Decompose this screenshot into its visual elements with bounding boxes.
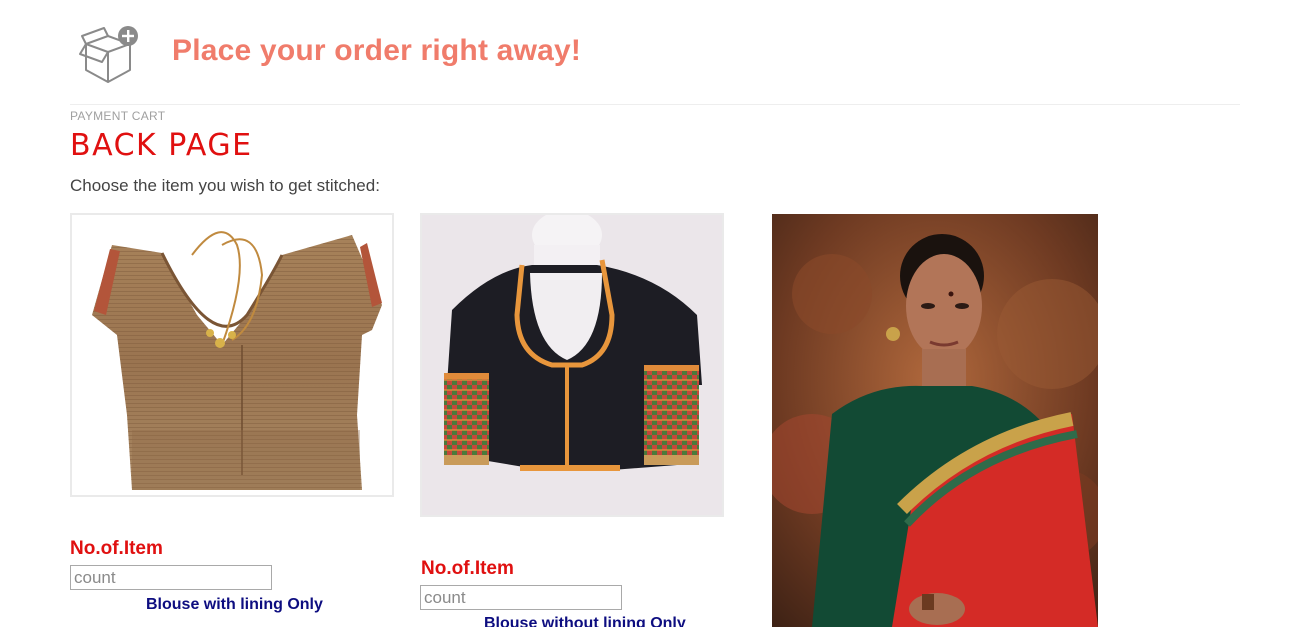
page-header: Place your order right away!: [0, 0, 1309, 104]
product-image-blouse-with-lining[interactable]: [70, 213, 394, 497]
instruction-text: Choose the item you wish to get stitched…: [70, 176, 380, 195]
qty-label: No.of.Item: [421, 558, 514, 579]
product-image-saree-model[interactable]: [772, 214, 1098, 627]
box-plus-icon: [78, 22, 142, 86]
page-title: BACK PAGE: [70, 128, 253, 163]
item-caption[interactable]: Blouse without lining Only: [484, 615, 686, 627]
qty-count-input[interactable]: [420, 585, 622, 610]
header-title: Place your order right away!: [172, 34, 582, 67]
breadcrumb: PAYMENT CART: [70, 109, 166, 123]
qty-count-input[interactable]: [70, 565, 272, 590]
qty-label: No.of.Item: [70, 538, 163, 559]
product-image-blouse-without-lining[interactable]: [420, 213, 724, 517]
header-divider: [70, 104, 1240, 105]
item-caption[interactable]: Blouse with lining Only: [146, 596, 323, 614]
